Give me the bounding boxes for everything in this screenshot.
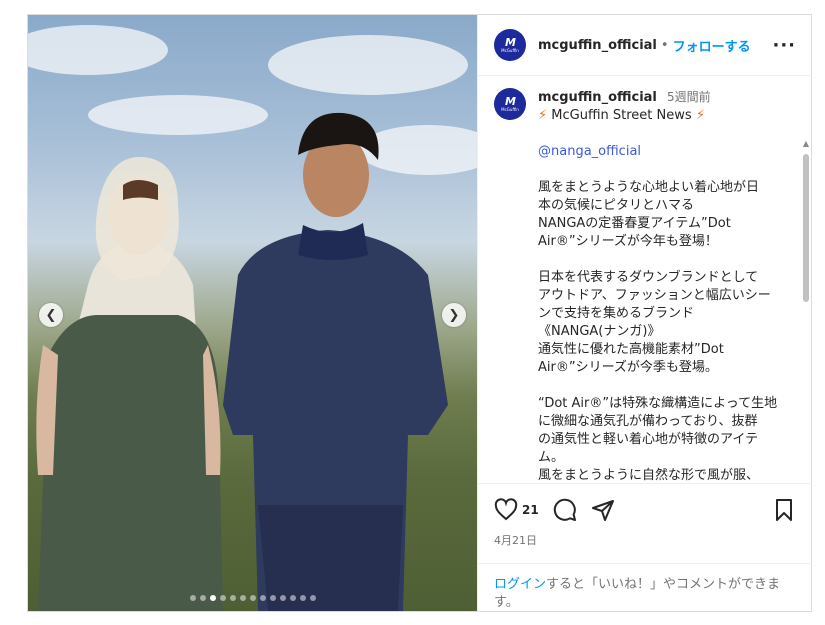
carousel-dot [249,595,256,601]
woman-figure [36,156,223,611]
avatar-logo-text: M [505,94,516,108]
carousel-dot [219,595,226,601]
chevron-right-icon: ❯ [448,307,460,323]
scrollbar-thumb[interactable] [803,154,809,302]
carousel-dot [259,595,266,601]
post-actions-section: 21 4月21日 [478,483,812,548]
caption-headline-row: ⚡ McGuffin Street News ⚡ [538,107,788,125]
carousel-dot [269,595,276,601]
cloud [268,35,468,95]
chevron-left-icon: ❮ [45,307,57,323]
caption-line: 風をまとうように自然な形で風が服、 [538,468,760,482]
more-horizontal-icon: ··· [772,34,796,56]
save-button[interactable] [772,498,796,522]
heart-icon [494,498,518,521]
caption-line: Air®”シリーズが今季も登場。 [538,360,718,375]
header-separator: • [660,37,669,53]
comment-button[interactable] [553,498,577,522]
caption-line: “Dot Air®”は特殊な織構造によって生地 [538,396,778,411]
caption-line: 日本を代表するダウンブランドとして [538,270,759,285]
mention-link[interactable]: @nanga_official [538,143,788,161]
carousel-dot [279,595,286,601]
caption-headline: McGuffin Street News [551,108,692,123]
caption-line: 本の気候にピタリとハマる [538,198,695,213]
carousel-indicator [28,595,477,601]
caption-line: に微細な通気孔が備わっており、抜群 [538,414,758,429]
caption-line: アウトドア、ファッションと幅広いシー [538,288,771,303]
carousel-dot [229,595,236,601]
lightning-icon: ⚡ [538,108,548,123]
caption-line: ム。 [538,450,565,465]
post-side-panel: M McGuffin mcguffin_official • フォローする ··… [477,15,812,611]
scroll-up-arrow-icon[interactable]: ▲ [802,140,810,148]
caption-line: ンで支持を集めるブランド [538,306,695,321]
more-options-button[interactable]: ··· [772,35,796,56]
avatar-logo-subtext: McGuffin [501,47,519,53]
carousel-dot [309,595,316,601]
share-button[interactable] [591,498,615,522]
caption-line: Air®”シリーズが今年も登場！ [538,234,718,249]
cloud [28,25,168,75]
carousel-dot [289,595,296,601]
carousel-dot [239,595,246,601]
caption-scroll-area[interactable]: M McGuffin mcguffin_official 5週間前 ⚡ McGu… [478,76,812,482]
carousel-next-button[interactable]: ❯ [442,303,466,327]
caption-line: 《NANGA(ナンガ)》 [538,324,661,339]
lightning-icon: ⚡ [695,108,705,123]
caption-text: 風をまとうような心地よい着心地が日 本の気候にピタリとハマる NANGAの定番春夏ア… [538,179,788,482]
avatar[interactable]: M McGuffin [494,29,526,61]
caption-line: の通気性と軽い着心地が特徴のアイテ [538,432,759,447]
caption-avatar[interactable]: M McGuffin [494,88,526,120]
carousel-prev-button[interactable]: ❮ [39,303,63,327]
login-link[interactable]: ログイン [494,577,546,592]
avatar-logo-subtext: McGuffin [501,106,519,112]
follow-button[interactable]: フォローする [673,36,751,55]
caption-time[interactable]: 5週間前 [667,90,711,104]
caption-line: 通気性に優れた高機能素材”Dot [538,342,724,357]
caption-line: NANGAの定番春夏アイテム”Dot [538,216,731,231]
avatar-logo-text: M [505,35,516,49]
action-bar: 21 [478,484,812,526]
bookmark-icon [776,499,792,521]
like-button[interactable] [494,498,518,522]
caption-body: mcguffin_official 5週間前 ⚡ McGuffin Street… [538,88,788,482]
post-header: M McGuffin mcguffin_official • フォローする ··… [478,15,812,76]
carousel-dot [299,595,306,601]
caption-username[interactable]: mcguffin_official [538,90,657,105]
caption-line [538,377,788,395]
caption: M McGuffin mcguffin_official 5週間前 ⚡ McGu… [478,76,812,482]
login-prompt: ログインすると「いいね！」やコメントができます。 [478,563,812,612]
carousel-dot [209,595,216,601]
post-photo[interactable]: ❮ ❯ [28,15,477,611]
post-card: ❮ ❯ M McGuffin mcguffin_official • フォローす… [27,14,812,612]
caption-line: 風をまとうような心地よい着心地が日 [538,180,760,195]
man-figure [223,112,448,611]
like-count[interactable]: 21 [522,503,539,517]
caption-line [538,251,788,269]
caption-scrollbar[interactable]: ▲ ▼ [802,140,810,482]
carousel-dot [199,595,206,601]
post-date[interactable]: 4月21日 [478,526,812,548]
header-username[interactable]: mcguffin_official [538,38,657,53]
share-icon [591,500,614,521]
carousel-dot [189,595,196,601]
comment-icon [553,498,576,521]
